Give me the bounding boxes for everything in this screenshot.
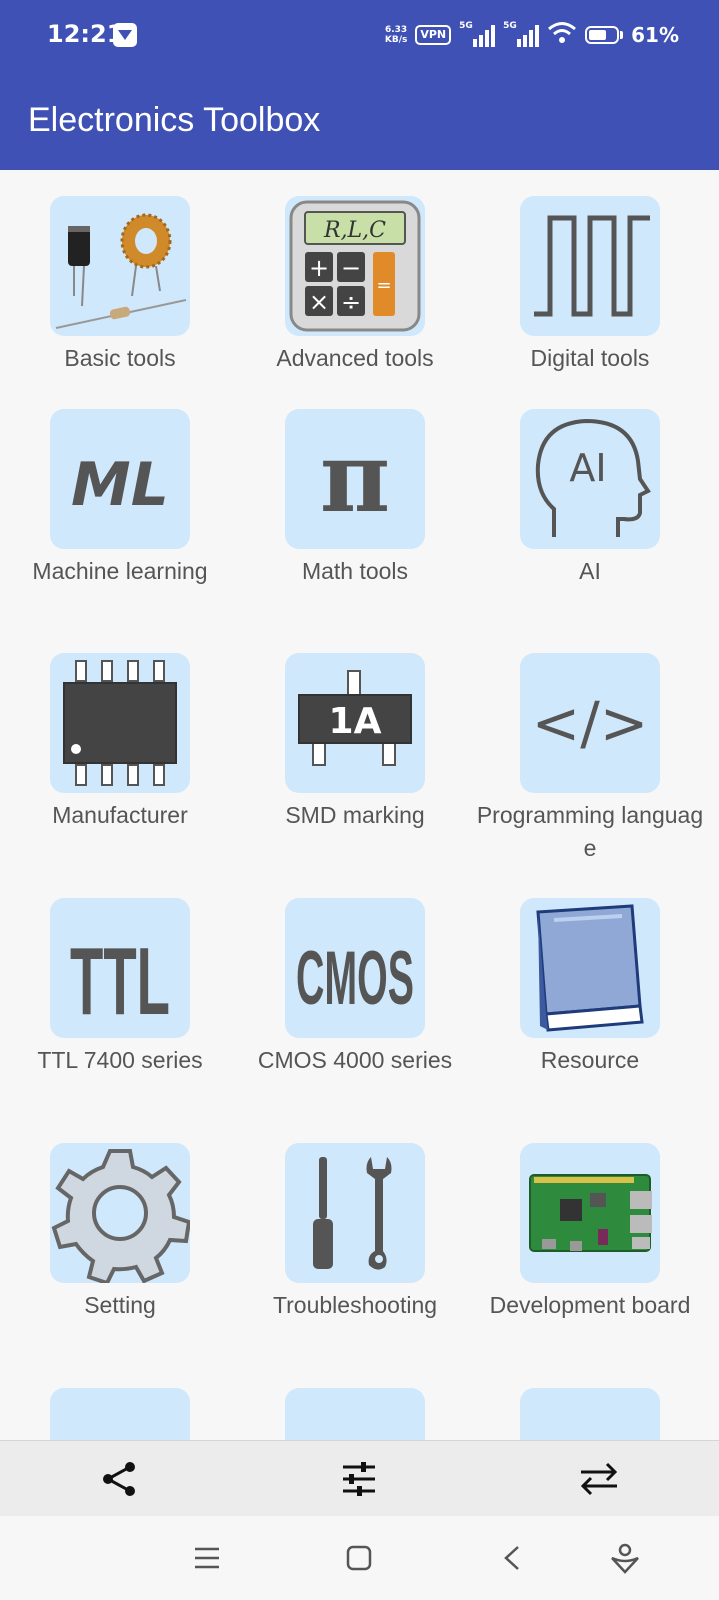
signal-label-2: 5G bbox=[503, 21, 517, 31]
tile-label: Resource bbox=[540, 1047, 640, 1073]
back-icon bbox=[504, 1546, 519, 1570]
battery-icon bbox=[585, 26, 624, 44]
tile-label: Setting bbox=[84, 1292, 156, 1318]
gear-icon bbox=[50, 1143, 190, 1283]
tile-label: Machine learning bbox=[32, 558, 208, 584]
app-title: Electronics Toolbox bbox=[28, 101, 321, 139]
calc-lcd-text: R,L,C bbox=[323, 218, 386, 243]
tool-grid: Basic tools R,L,C + − × ÷ = Advanced too… bbox=[0, 170, 719, 1440]
swap-icon bbox=[581, 1462, 618, 1495]
tile-label: Digital tools bbox=[530, 345, 650, 371]
tile-label: SMD marking bbox=[285, 802, 425, 828]
tile-partial-3[interactable] bbox=[470, 1388, 710, 1440]
book-icon bbox=[520, 898, 660, 1038]
net-speed-unit: KB/s bbox=[384, 35, 408, 45]
home-button[interactable] bbox=[337, 1536, 381, 1580]
signal-icon-2: 5G bbox=[503, 21, 540, 47]
tile-label: Troubleshooting bbox=[272, 1292, 438, 1318]
svg-text:÷: ÷ bbox=[341, 288, 361, 316]
home-square-icon bbox=[346, 1545, 372, 1571]
tile-label: Advanced tools bbox=[276, 345, 434, 371]
svg-text:+: + bbox=[309, 254, 329, 282]
pi-text: π bbox=[320, 421, 390, 534]
app-bar: 12:21 6.33 KB/s VPN 5G 5G 61% Electronic… bbox=[0, 0, 719, 170]
swap-button[interactable] bbox=[569, 1449, 629, 1509]
signal-icon: 5G bbox=[459, 21, 496, 47]
tile-setting[interactable]: Setting bbox=[0, 1143, 240, 1322]
tile-label: TTL 7400 series bbox=[37, 1047, 203, 1073]
bottom-action-bar bbox=[0, 1440, 719, 1516]
assistant-icon bbox=[611, 1543, 639, 1574]
dev-board-icon bbox=[520, 1143, 660, 1283]
ml-text: ML bbox=[71, 450, 169, 520]
status-bar: 12:21 6.33 KB/s VPN 5G 5G 61% bbox=[0, 0, 719, 72]
tile-label: AI bbox=[579, 558, 601, 584]
tile-manufacturer[interactable]: Manufacturer bbox=[0, 653, 240, 832]
net-speed: 6.33 KB/s bbox=[385, 25, 407, 45]
tile-ttl-7400[interactable]: TTL TTL 7400 series bbox=[0, 898, 240, 1077]
cmos-icon: CMOS bbox=[285, 898, 425, 1038]
smd-text: 1A bbox=[329, 701, 382, 742]
tile-machine-learning[interactable]: ML Machine learning bbox=[0, 409, 240, 588]
tile-partial-1[interactable] bbox=[0, 1388, 240, 1440]
tools-icon bbox=[285, 1143, 425, 1283]
share-button[interactable] bbox=[90, 1449, 150, 1509]
tile-programming-language[interactable]: </> Programming language bbox=[470, 653, 710, 865]
tile-smd-marking[interactable]: 1A SMD marking bbox=[235, 653, 475, 832]
tune-button[interactable] bbox=[329, 1449, 389, 1509]
system-nav-bar bbox=[0, 1516, 719, 1600]
calculator-icon: R,L,C + − × ÷ = bbox=[285, 196, 425, 336]
share-icon bbox=[102, 1461, 135, 1496]
cmos-text: CMOS bbox=[296, 936, 414, 1021]
tile-resource[interactable]: Resource bbox=[470, 898, 710, 1077]
tile-label: Math tools bbox=[301, 558, 409, 584]
net-speed-value: 6.33 bbox=[384, 25, 408, 35]
tile-basic-tools[interactable]: Basic tools bbox=[0, 196, 240, 375]
code-icon: </> bbox=[520, 653, 660, 793]
tile-advanced-tools[interactable]: R,L,C + − × ÷ = Advanced tools bbox=[235, 196, 475, 375]
square-wave-icon bbox=[520, 196, 660, 336]
tile-label: Basic tools bbox=[64, 345, 176, 371]
svg-text:×: × bbox=[309, 288, 329, 316]
ttl-icon: TTL bbox=[50, 898, 190, 1038]
tile-development-board[interactable]: Development board bbox=[470, 1143, 710, 1322]
tile-label: Development board bbox=[489, 1292, 691, 1318]
status-time: 12:21 bbox=[47, 20, 124, 48]
tile-label: Manufacturer bbox=[52, 802, 188, 828]
ai-head-icon: AI bbox=[520, 409, 660, 549]
vpn-badge: VPN bbox=[415, 25, 452, 45]
menu-icon bbox=[195, 1547, 219, 1569]
svg-text:−: − bbox=[341, 254, 361, 282]
svg-text:=: = bbox=[376, 275, 391, 296]
notification-icon bbox=[113, 23, 137, 47]
tune-icon bbox=[343, 1461, 376, 1496]
battery-percent: 61% bbox=[631, 23, 679, 47]
ttl-text: TTL bbox=[70, 928, 170, 1035]
components-icon bbox=[50, 196, 190, 336]
ai-text: AI bbox=[569, 446, 606, 490]
tile-cmos-4000[interactable]: CMOS CMOS 4000 series bbox=[235, 898, 475, 1077]
tile-ai[interactable]: AI AI bbox=[470, 409, 710, 588]
tile-troubleshooting[interactable]: Troubleshooting bbox=[235, 1143, 475, 1322]
ml-icon: ML bbox=[50, 409, 190, 549]
tile-label: CMOS 4000 series bbox=[257, 1047, 453, 1073]
wifi-icon bbox=[547, 21, 577, 49]
code-text: </> bbox=[532, 689, 649, 757]
tile-digital-tools[interactable]: Digital tools bbox=[470, 196, 710, 375]
smd-icon: 1A bbox=[285, 653, 425, 793]
chip-icon bbox=[50, 653, 190, 793]
tile-label: Programming language bbox=[476, 802, 704, 861]
tile-partial-2[interactable] bbox=[235, 1388, 475, 1440]
signal-label: 5G bbox=[459, 21, 473, 31]
pi-icon: π bbox=[285, 409, 425, 549]
back-button[interactable] bbox=[490, 1536, 534, 1580]
recents-button[interactable] bbox=[185, 1536, 229, 1580]
assistant-button[interactable] bbox=[603, 1536, 647, 1580]
tile-math-tools[interactable]: π Math tools bbox=[235, 409, 475, 588]
